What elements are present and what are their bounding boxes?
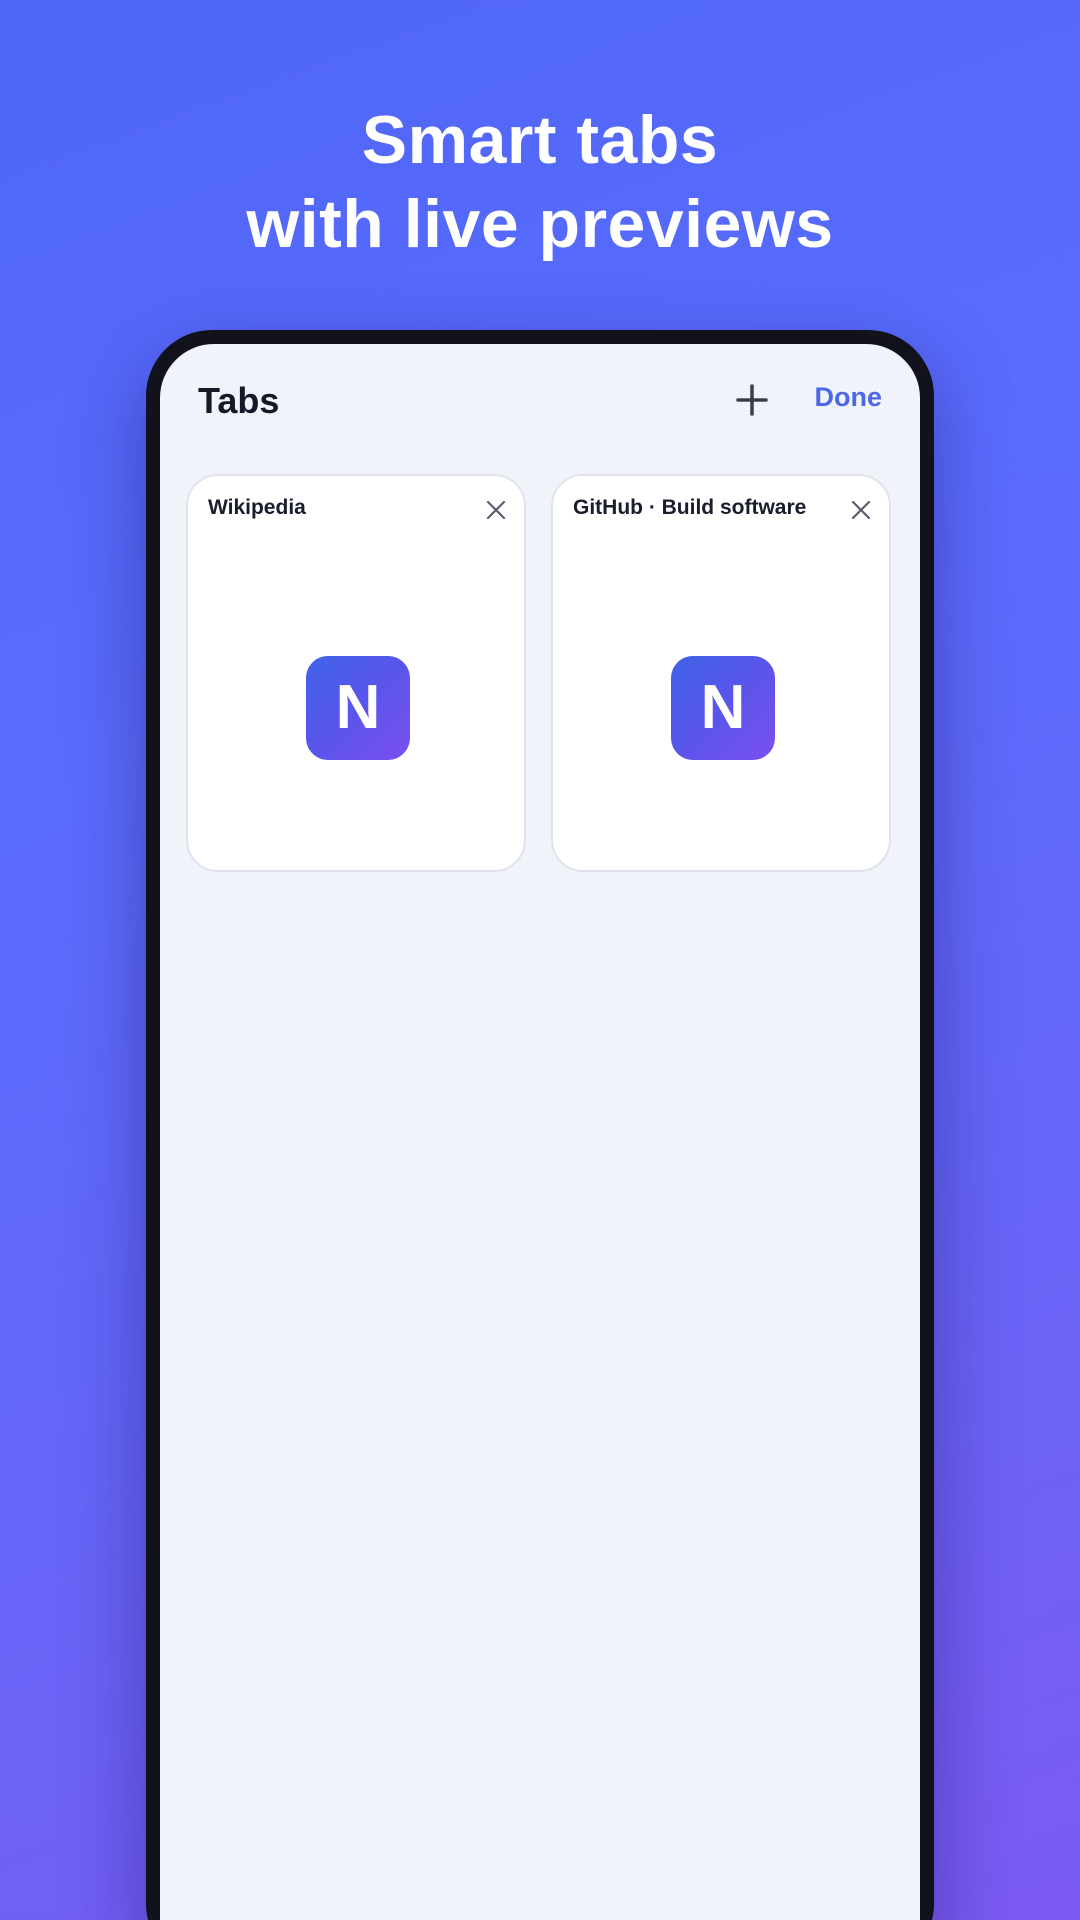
- close-icon: [486, 500, 506, 520]
- new-tab-button[interactable]: [732, 380, 772, 420]
- tab-card-github[interactable]: GitHub · Build software N: [551, 474, 891, 872]
- headline-line-1: Smart tabs: [361, 102, 719, 178]
- headline-line-2: with live previews: [246, 186, 834, 262]
- tab-card-title: GitHub · Build software: [573, 496, 807, 519]
- promo-headline: Smart tabs with live previews: [0, 98, 1080, 266]
- close-tab-button[interactable]: [847, 496, 875, 524]
- plus-icon: [736, 384, 768, 416]
- tab-card-title: Wikipedia: [208, 496, 306, 519]
- tab-card-wikipedia[interactable]: Wikipedia N: [186, 474, 526, 872]
- phone-frame: Tabs Done Wikipedia N GitHub · Build sof…: [146, 330, 934, 1920]
- done-button[interactable]: Done: [815, 382, 883, 413]
- site-favicon: N: [671, 656, 775, 760]
- tabs-header: Tabs Done: [160, 344, 920, 454]
- page-title: Tabs: [198, 380, 280, 421]
- close-icon: [851, 500, 871, 520]
- site-favicon: N: [306, 656, 410, 760]
- tabs-screen: Tabs Done Wikipedia N GitHub · Build sof…: [160, 344, 920, 1920]
- close-tab-button[interactable]: [482, 496, 510, 524]
